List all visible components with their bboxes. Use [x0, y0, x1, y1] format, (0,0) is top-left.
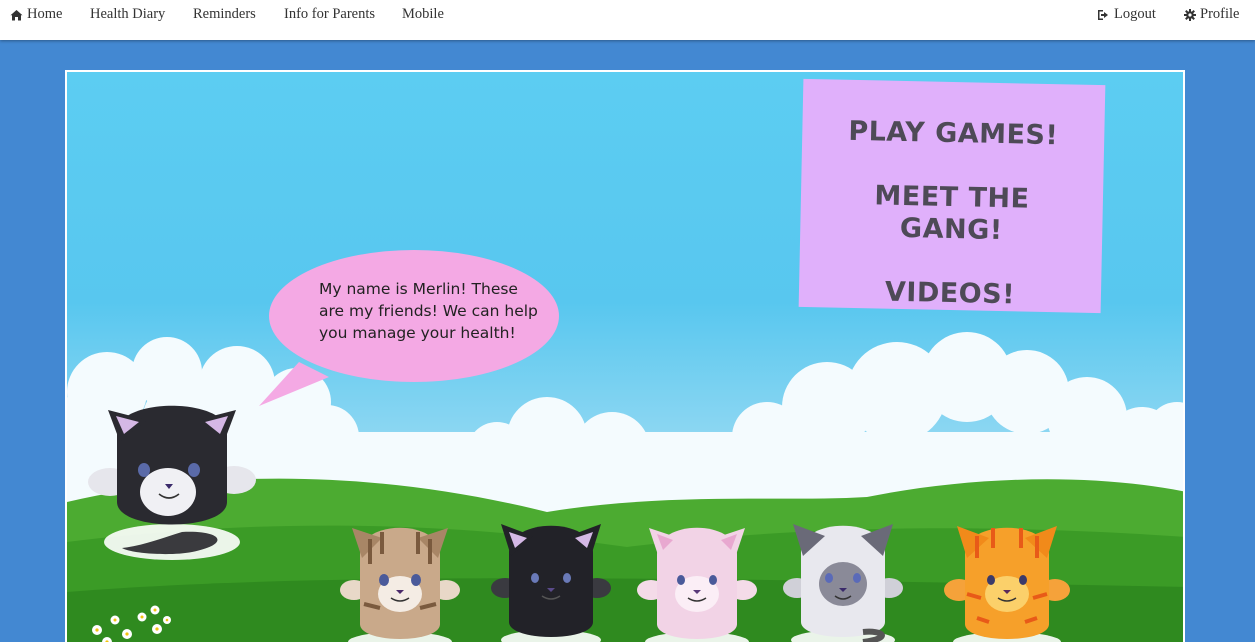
nav-profile[interactable]: Profile	[1184, 6, 1239, 23]
nav-logout-label: Logout	[1114, 6, 1156, 22]
nav-mobile[interactable]: Mobile	[402, 6, 444, 23]
top-navbar: Home Health Diary Reminders Info for Par…	[0, 0, 1255, 40]
logout-icon	[1097, 9, 1110, 21]
play-games-link[interactable]: PLAY GAMES!	[812, 115, 1095, 153]
nav-profile-label: Profile	[1200, 6, 1240, 22]
nav-home[interactable]: Home	[10, 6, 62, 23]
nav-mobile-label: Mobile	[402, 6, 444, 22]
meet-the-gang-line2: GANG!	[899, 212, 1003, 247]
nav-reminders[interactable]: Reminders	[193, 6, 256, 23]
menu-sign: PLAY GAMES! MEET THE GANG! VIDEOS!	[798, 78, 1106, 314]
nav-health-diary[interactable]: Health Diary	[90, 6, 165, 23]
gear-icon	[1184, 8, 1196, 21]
nav-health-diary-label: Health Diary	[90, 6, 166, 22]
nav-home-label: Home	[27, 6, 63, 22]
meet-the-gang-link[interactable]: MEET THE GANG!	[810, 179, 1093, 249]
videos-link[interactable]: VIDEOS!	[809, 275, 1092, 313]
nav-logout[interactable]: Logout	[1097, 6, 1156, 23]
nav-info-for-parents-label: Info for Parents	[284, 6, 376, 22]
home-icon	[10, 9, 23, 21]
nav-reminders-label: Reminders	[193, 6, 256, 22]
game-stage: My name is Merlin! These are my friends!…	[65, 70, 1185, 642]
merlin-speech-text: My name is Merlin! These are my friends!…	[319, 280, 538, 342]
nav-info-for-parents[interactable]: Info for Parents	[284, 6, 375, 23]
